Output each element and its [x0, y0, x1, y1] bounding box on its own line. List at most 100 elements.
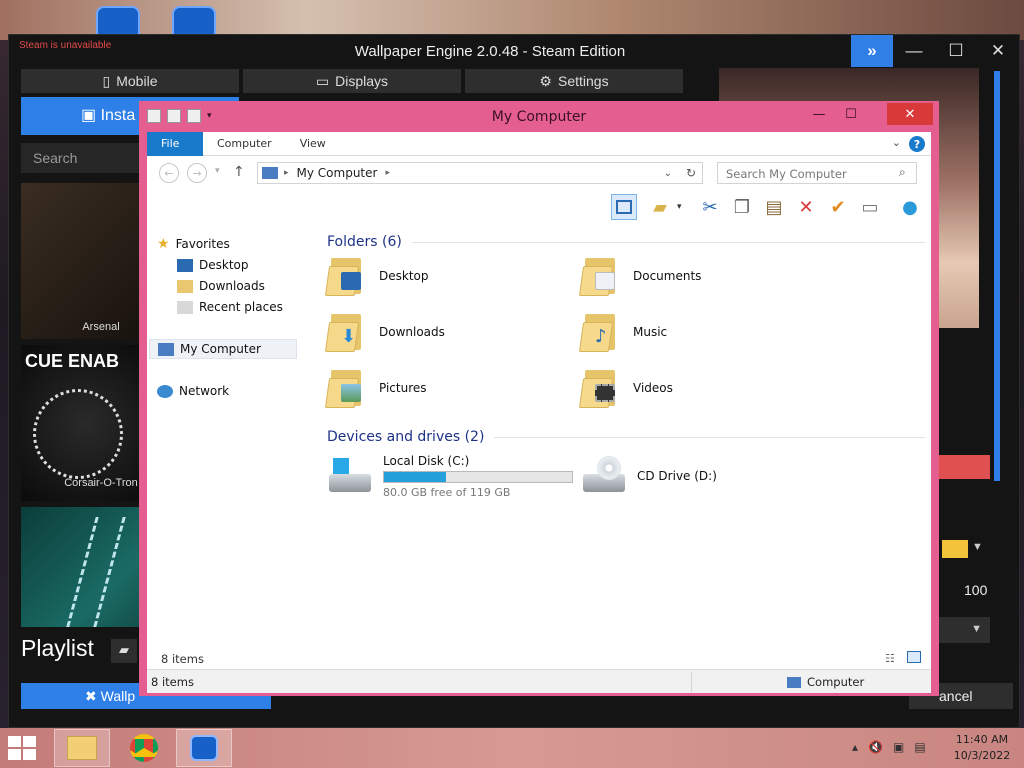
delete-icon[interactable]: ✕: [793, 194, 819, 220]
forward-icon[interactable]: →: [187, 163, 207, 183]
folder-downloads[interactable]: ⬇ Downloads: [324, 306, 577, 358]
drive-cd-d[interactable]: CD Drive (D:): [581, 448, 717, 504]
rename-icon[interactable]: ▭: [857, 194, 883, 220]
volume-muted-icon[interactable]: 🔇: [868, 740, 883, 754]
clock-time: 11:40 AM: [955, 733, 1009, 746]
folder-pictures[interactable]: Pictures: [324, 362, 577, 414]
chevron-down-icon[interactable]: ▾: [677, 202, 682, 212]
folder-desktop[interactable]: Desktop: [324, 250, 577, 302]
folder-music-icon: ♪: [578, 312, 621, 352]
dna-icon: [66, 517, 126, 627]
folder-desktop-icon: [324, 256, 367, 296]
windows-start-icon[interactable]: [8, 736, 38, 760]
tab-computer[interactable]: Computer: [203, 132, 286, 156]
wallpaper-engine-titlebar[interactable]: Steam is unavailable Wallpaper Engine 2.…: [9, 35, 1019, 67]
folder-music[interactable]: ♪ Music: [578, 306, 831, 358]
color-swatch[interactable]: [942, 540, 968, 558]
phone-icon: ▯: [102, 72, 111, 89]
drive-usage-bar: [383, 470, 573, 483]
chevron-down-icon[interactable]: ▼: [972, 541, 983, 553]
nav-network[interactable]: Network: [157, 381, 229, 401]
details-view-icon[interactable]: ☷: [885, 652, 895, 665]
help-icon[interactable]: ?: [909, 136, 925, 152]
folder-options-icon[interactable]: ▰: [647, 194, 673, 220]
minimize-icon[interactable]: —: [805, 103, 833, 125]
nav-favorites[interactable]: ★ Favorites: [157, 234, 230, 254]
clock-date: 10/3/2022: [953, 749, 1011, 762]
status-items: 8 items: [151, 675, 194, 689]
status-separator: [691, 672, 692, 692]
nav-my-computer[interactable]: My Computer: [149, 339, 297, 359]
tab-file[interactable]: File: [147, 131, 203, 156]
devices-group-header[interactable]: Devices and drives (2): [327, 429, 925, 445]
address-bar[interactable]: ▸ My Computer ▸ ⌄ ↻: [257, 162, 703, 184]
globe-icon[interactable]: ●: [897, 194, 923, 220]
maximize-icon[interactable]: ☐: [935, 35, 977, 67]
desktop-icon: [177, 258, 193, 272]
large-icons-view-icon[interactable]: [907, 651, 921, 663]
tools-icon: ✖: [85, 688, 97, 704]
chevron-right-icon[interactable]: ▸: [284, 168, 289, 178]
show-hidden-icons-icon[interactable]: ▴: [852, 740, 858, 754]
taskbar-wallpaper-engine[interactable]: [176, 729, 232, 767]
chevron-down-icon[interactable]: ⌄: [892, 136, 901, 149]
copy-icon[interactable]: ❐: [729, 194, 755, 220]
taskbar-file-explorer[interactable]: [54, 729, 110, 767]
maximize-icon[interactable]: ☐: [837, 103, 865, 125]
nav-recent-places[interactable]: Recent places: [177, 297, 283, 317]
dropdown-select[interactable]: ▼: [934, 617, 990, 643]
computer-icon: [158, 342, 174, 356]
steam-status: Steam is unavailable: [19, 40, 112, 51]
chevron-right-icon[interactable]: ▸: [385, 168, 390, 178]
chevron-down-icon[interactable]: ⌄: [664, 168, 672, 179]
address-row: ← → ▾ ↑ ▸ My Computer ▸ ⌄ ↻ Search My Co…: [147, 156, 931, 190]
folders-group-header[interactable]: Folders (6): [327, 234, 925, 250]
back-icon[interactable]: ←: [159, 163, 179, 183]
close-icon[interactable]: ✕: [887, 103, 933, 125]
taskbar: ▴ 🔇 ▣ ▤ 11:40 AM 10/3/2022: [0, 728, 1024, 768]
status-bar: 8 items Computer: [147, 669, 931, 693]
search-input[interactable]: Search My Computer: [717, 162, 917, 184]
expand-icon[interactable]: »: [851, 35, 893, 67]
network-icon[interactable]: ▣: [893, 740, 904, 754]
content-pane: Folders (6) Desktop Documents ⬇ Download…: [319, 224, 929, 654]
explorer-titlebar[interactable]: ▾ My Computer — ☐ ✕: [139, 101, 939, 131]
preview-pane-icon[interactable]: [611, 194, 637, 220]
folder-videos[interactable]: Videos: [578, 362, 831, 414]
nav-desktop[interactable]: Desktop: [177, 255, 249, 275]
tab-displays[interactable]: ▭ Displays: [243, 69, 461, 93]
clock[interactable]: 11:40 AM 10/3/2022: [950, 732, 1014, 764]
up-arrow-icon[interactable]: ↑: [233, 164, 245, 180]
drive-free-space: 80.0 GB free of 119 GB: [383, 485, 511, 499]
hard-drive-icon: [327, 456, 373, 496]
scrollbar[interactable]: [994, 71, 1000, 481]
paste-icon[interactable]: ▤: [761, 194, 787, 220]
cue-logo-text: CUE ENAB: [25, 351, 120, 371]
drive-usage-fill: [384, 471, 447, 482]
close-icon[interactable]: ✕: [977, 35, 1019, 67]
recent-places-icon: [177, 300, 193, 314]
check-icon[interactable]: ✔: [825, 194, 851, 220]
search-icon[interactable]: ⌕: [899, 165, 906, 180]
playlist-label: Playlist: [21, 635, 94, 661]
folder-videos-icon: [578, 368, 621, 408]
folder-icon[interactable]: ▰: [111, 639, 137, 663]
cut-icon[interactable]: ✂: [697, 194, 723, 220]
refresh-icon[interactable]: ↻: [686, 166, 696, 180]
downloads-icon: [177, 279, 193, 293]
tab-settings[interactable]: ⚙ Settings: [465, 69, 683, 93]
address-text: My Computer: [296, 166, 378, 180]
nav-downloads[interactable]: Downloads: [177, 276, 265, 296]
chevron-down-icon[interactable]: ▾: [215, 166, 220, 176]
tab-mobile[interactable]: ▯ Mobile: [21, 69, 239, 93]
drive-local-disk-c[interactable]: Local Disk (C:) 80.0 GB free of 119 GB: [327, 448, 573, 504]
action-center-icon[interactable]: ▤: [914, 740, 925, 754]
tab-view[interactable]: View: [286, 132, 340, 156]
monitor-icon: ▭: [315, 72, 330, 89]
minimize-icon[interactable]: —: [893, 35, 935, 67]
chrome-icon: [130, 734, 158, 762]
computer-icon: [787, 676, 801, 688]
taskbar-chrome[interactable]: [116, 729, 172, 767]
folder-documents[interactable]: Documents: [578, 250, 831, 302]
red-action-bar[interactable]: [934, 455, 990, 479]
